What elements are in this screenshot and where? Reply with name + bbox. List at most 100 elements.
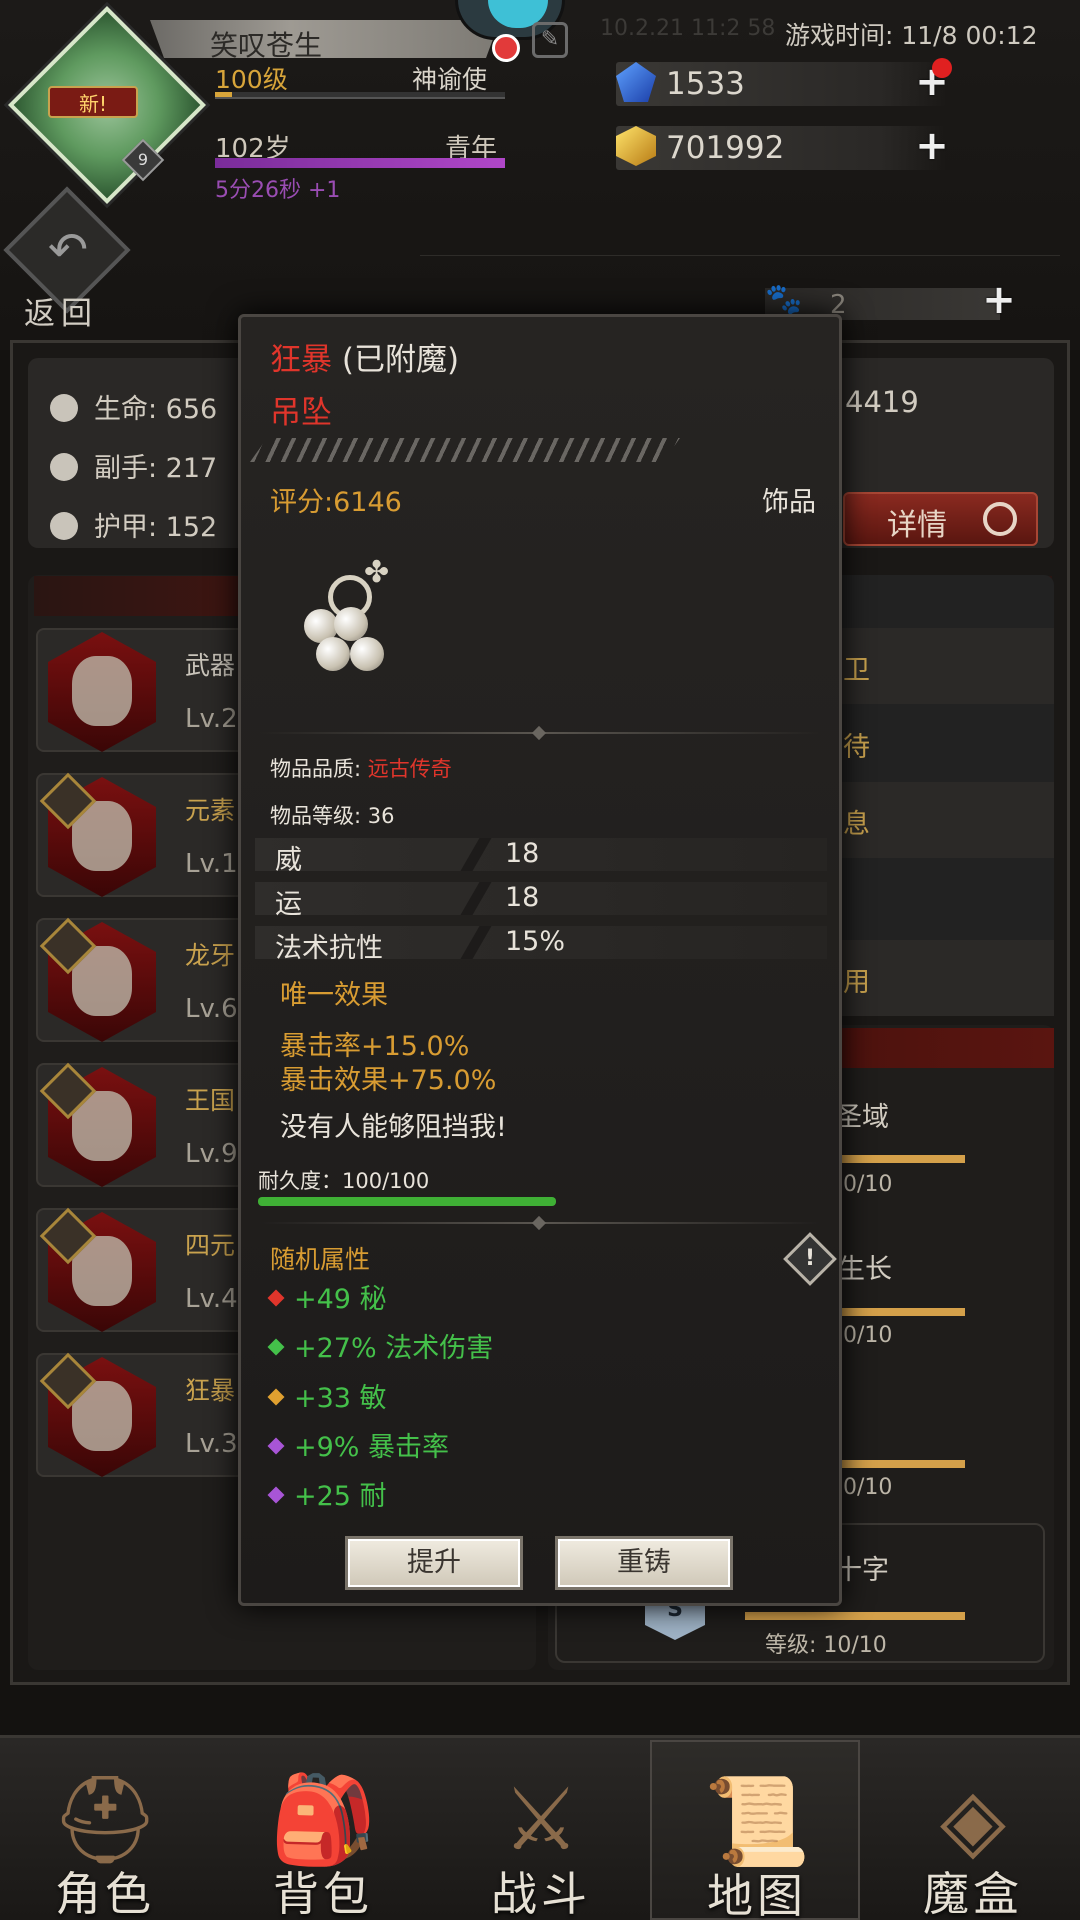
- level-progress-bar: [215, 92, 505, 99]
- level-progress-fill: [215, 92, 233, 97]
- decorative-stripe: [250, 438, 680, 462]
- gold-count: 701992: [666, 130, 785, 166]
- item-score: 评分:6146: [270, 487, 402, 518]
- faded-background-text: 10.2.21 11:2 58: [600, 16, 776, 41]
- equipment-name: 龙牙: [185, 941, 236, 970]
- pendant-orb: [350, 637, 384, 671]
- item-level: 物品等级: 36: [270, 804, 395, 828]
- attribute-row: 运 18: [255, 882, 827, 920]
- random-attribute-text: +25 耐: [294, 1481, 387, 1512]
- gem-icon: [267, 1338, 285, 1356]
- random-attributes-title: 随机属性: [270, 1245, 371, 1274]
- equipment-name: 元素: [185, 796, 236, 825]
- attribute-separator: [460, 882, 492, 915]
- age-timer: 5分26秒 +1: [215, 178, 341, 203]
- back-arrow-icon: ↶: [47, 222, 89, 278]
- stat-armor-text: 护甲: 152: [94, 512, 218, 543]
- nav-tab-helmet[interactable]: ⛑ 角色: [0, 1740, 210, 1920]
- attribute-separator: [460, 926, 492, 959]
- random-attribute-text: +49 秘: [294, 1284, 387, 1315]
- reforge-button[interactable]: 重铸: [555, 1536, 733, 1590]
- gold-currency-row: 701992: [616, 126, 946, 170]
- right-list-label: 用: [843, 967, 870, 998]
- durability-fill: [258, 1197, 556, 1206]
- durability-bar: [258, 1197, 556, 1206]
- stat-right-value: 4419: [845, 385, 919, 419]
- random-attribute-text: +33 敏: [294, 1383, 387, 1414]
- attribute-value: 18: [505, 838, 540, 869]
- skill-level: 0/10: [843, 1172, 893, 1197]
- equipment-name: 王国: [185, 1086, 236, 1115]
- item-category: 饰品: [762, 487, 816, 518]
- attribute-key: 威: [275, 845, 302, 876]
- gem-icon: [267, 1486, 285, 1504]
- notification-dot-icon: [492, 34, 520, 62]
- add-stamina-button[interactable]: +: [982, 280, 1016, 320]
- right-list-label: 待: [843, 732, 870, 763]
- attribute-row: 法术抗性 15%: [255, 926, 827, 964]
- unique-effect-line: 暴击效果+75.0%: [280, 1065, 497, 1096]
- nav-label: 地图: [707, 1869, 807, 1920]
- random-attribute-row: +27% 法术伤害: [267, 1326, 493, 1365]
- item-name-prefix: 狂暴: [270, 342, 332, 378]
- details-button[interactable]: 详情: [843, 492, 1038, 546]
- quality-label: 物品品质:: [270, 757, 362, 781]
- nav-tab-scroll-map[interactable]: 📜 地图: [650, 1740, 860, 1920]
- skill-level: 0/10: [843, 1323, 893, 1348]
- stat-offhand-text: 副手: 217: [94, 453, 218, 484]
- attribute-key: 法术抗性: [275, 933, 383, 964]
- equipment-level: Lv.9: [185, 1139, 238, 1169]
- game-time: 游戏时间: 11/8 00:12: [785, 21, 1038, 50]
- equipment-level: Lv.2: [185, 704, 238, 734]
- skill-name: 十字: [835, 1555, 889, 1586]
- pendant-orb: [334, 607, 368, 641]
- gem-icon: [267, 1289, 285, 1307]
- back-label[interactable]: 返回: [24, 288, 98, 333]
- armor-icon: [50, 512, 78, 540]
- skill-name: 圣域: [835, 1102, 889, 1133]
- skill-level: 等级: 10/10: [765, 1633, 887, 1658]
- right-list-label: 卫: [843, 655, 870, 686]
- equipment-level: Lv.6: [185, 994, 238, 1024]
- random-attribute-row: +33 敏: [267, 1376, 387, 1415]
- stat-armor: 护甲: 152: [50, 505, 217, 544]
- notification-dot-icon: [932, 58, 952, 78]
- attribute-row: 威 18: [255, 838, 827, 876]
- equipment-name: 武器: [185, 651, 236, 680]
- heart-icon: [50, 394, 78, 422]
- attribute-key: 运: [275, 889, 302, 920]
- player-title: 神谕使: [412, 65, 488, 94]
- upgrade-button-label: 提升: [407, 1547, 461, 1578]
- nav-label: 魔盒: [923, 1867, 1023, 1920]
- stat-hp: 生命: 656: [50, 387, 217, 426]
- nav-tab-sword-shield[interactable]: ⚔ 战斗: [436, 1740, 646, 1920]
- unique-effect-title: 唯一效果: [280, 980, 388, 1011]
- nav-label: 角色: [55, 1867, 155, 1920]
- equipment-art: [72, 656, 132, 726]
- reforge-button-label: 重铸: [617, 1547, 671, 1578]
- gem-icon: [267, 1388, 285, 1406]
- age-progress-fill: [215, 158, 505, 168]
- equipment-level: Lv.3: [185, 1429, 238, 1459]
- age-progress-bar: [215, 158, 505, 168]
- nav-tab-backpack[interactable]: 🎒 背包: [218, 1740, 428, 1920]
- add-gold-button[interactable]: +: [915, 126, 949, 166]
- nav-label: 战斗: [491, 1867, 591, 1920]
- attribute-value: 18: [505, 882, 540, 913]
- random-attribute-text: +9% 暴击率: [294, 1432, 450, 1463]
- item-title: 狂暴 (已附魔): [270, 334, 459, 379]
- random-attribute-row: +9% 暴击率: [267, 1425, 450, 1464]
- right-list-label: 息: [843, 809, 870, 840]
- search-icon: [983, 502, 1017, 536]
- edit-name-button[interactable]: ✎: [532, 22, 568, 58]
- player-level: 100级: [215, 65, 288, 94]
- equipment-level: Lv.4: [185, 1284, 238, 1314]
- quality-value: 远古传奇: [367, 757, 452, 781]
- upgrade-button[interactable]: 提升: [345, 1536, 523, 1590]
- skill-progress-bar: [745, 1612, 965, 1620]
- pendant-icon: ✤: [290, 555, 410, 685]
- flavor-text: 没有人能够阻挡我!: [280, 1112, 507, 1143]
- stat-hp-text: 生命: 656: [94, 394, 218, 425]
- header-divider: [420, 255, 1060, 256]
- nav-tab-magic-box[interactable]: ◈ 魔盒: [868, 1740, 1078, 1920]
